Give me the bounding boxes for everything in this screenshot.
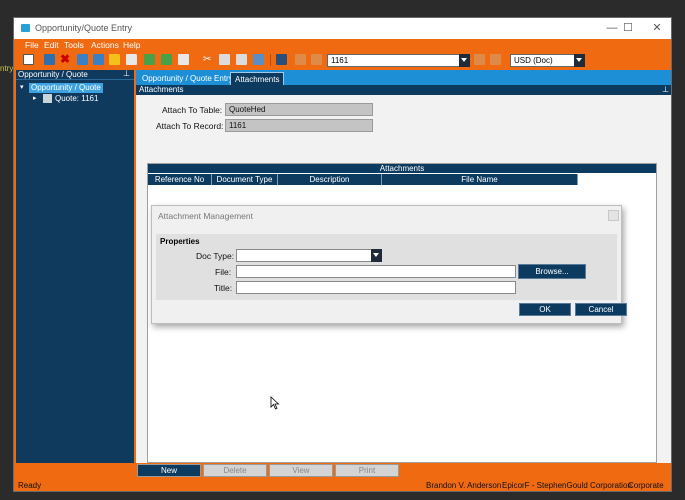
brush-icon[interactable] — [126, 54, 137, 65]
new-icon[interactable] — [23, 54, 34, 65]
refresh-icon[interactable] — [77, 54, 88, 65]
status-bar: Ready Brandon V. Anderson EpicorF - Step… — [14, 479, 671, 492]
attach-to-table-label: Attach To Table: — [162, 105, 223, 115]
column-header-document-type[interactable]: Document Type — [212, 174, 278, 185]
pin-icon[interactable]: ⊥ — [662, 85, 669, 95]
tree-panel: Opportunity / Quote ⊥ ▾ Opportunity / Qu… — [16, 69, 134, 463]
tab-opportunity-quote-entry[interactable]: Opportunity / Quote Entry — [138, 72, 237, 85]
close-icon[interactable] — [608, 210, 619, 221]
column-header-description[interactable]: Description — [278, 174, 382, 185]
section-header-label: Attachments — [139, 85, 184, 94]
undo-icon[interactable] — [161, 54, 172, 65]
print-icon[interactable] — [93, 54, 104, 65]
menu-help[interactable]: Help — [123, 40, 140, 50]
title-bar[interactable]: Opportunity/Quote Entry — ☐ ✕ — [14, 18, 671, 39]
file-label: File: — [215, 267, 232, 277]
status-site: Corporate — [628, 481, 664, 490]
delete-icon[interactable]: ✖ — [60, 53, 71, 65]
close-icon[interactable]: ✕ — [646, 21, 668, 35]
tab-bar: Opportunity / Quote Entry Attachments — [136, 70, 671, 85]
cancel-button[interactable]: Cancel — [575, 303, 627, 316]
maximize-icon[interactable]: ☐ — [617, 21, 639, 35]
status-company: EpicorF - StephenGould Corporation — [502, 481, 632, 490]
status-user: Brandon V. Anderson — [426, 481, 502, 490]
last-record-icon[interactable] — [490, 54, 501, 65]
folder-icon[interactable] — [178, 54, 189, 65]
open-icon[interactable] — [109, 54, 120, 65]
paste-icon[interactable] — [236, 54, 247, 65]
menu-tools[interactable]: Tools — [64, 40, 84, 50]
copy-icon[interactable] — [219, 54, 230, 65]
ok-button[interactable]: OK — [519, 303, 571, 316]
dialog-title: Attachment Management — [158, 211, 253, 221]
binoculars-icon[interactable] — [276, 54, 287, 65]
view-button[interactable]: View — [269, 464, 333, 477]
next-record-icon[interactable] — [474, 54, 485, 65]
background-window-text: ntry — [0, 64, 14, 73]
title-input[interactable] — [236, 281, 516, 294]
mouse-cursor-icon — [270, 396, 280, 410]
save-icon[interactable] — [44, 54, 55, 65]
column-header-reference-no[interactable]: Reference No — [148, 174, 212, 185]
tree-header-label: Opportunity / Quote — [18, 70, 88, 79]
doc-type-select[interactable] — [236, 249, 382, 262]
first-record-icon[interactable] — [295, 54, 306, 65]
status-text: Ready — [18, 481, 42, 490]
tree-node-opportunity[interactable]: Opportunity / Quote — [29, 83, 103, 93]
tree-node-quote[interactable]: Quote: 1161 — [55, 94, 98, 103]
link-icon[interactable] — [253, 54, 264, 65]
pin-icon[interactable]: ⊥ — [123, 69, 130, 78]
attachment-management-dialog: Attachment Management Properties Doc Typ… — [151, 205, 627, 324]
properties-label: Properties — [160, 237, 200, 246]
menu-actions[interactable]: Actions — [91, 40, 119, 50]
delete-button[interactable]: Delete — [203, 464, 267, 477]
record-number-input[interactable]: 1161 — [327, 54, 469, 67]
app-icon — [21, 24, 30, 32]
print-button[interactable]: Print — [335, 464, 399, 477]
cut-icon[interactable]: ✂ — [203, 54, 214, 65]
menu-file[interactable]: File — [25, 40, 39, 50]
window-title: Opportunity/Quote Entry — [35, 23, 133, 33]
column-header-file-name[interactable]: File Name — [382, 174, 578, 185]
collapse-icon[interactable]: ▾ — [20, 83, 24, 91]
check-icon[interactable] — [144, 54, 155, 65]
toolbar-separator — [270, 54, 271, 66]
record-dropdown-arrow-icon[interactable] — [459, 54, 470, 67]
menu-bar: File Edit Tools Actions Help — [14, 39, 671, 52]
tree-header: Opportunity / Quote ⊥ — [16, 69, 134, 80]
file-path-input[interactable] — [236, 265, 516, 278]
title-label: Title: — [214, 283, 233, 293]
doc-type-dropdown-arrow-icon[interactable] — [371, 249, 382, 262]
previous-record-icon[interactable] — [311, 54, 322, 65]
action-bar: New Delete View Print — [14, 463, 671, 478]
expand-icon[interactable]: ▸ — [33, 94, 37, 102]
doc-type-label: Doc Type: — [196, 251, 235, 261]
new-button[interactable]: New — [137, 464, 201, 477]
browse-button[interactable]: Browse... — [518, 264, 586, 279]
currency-select[interactable]: USD (Doc) — [510, 54, 584, 67]
attach-to-table-field: QuoteHed — [225, 103, 373, 116]
currency-dropdown-arrow-icon[interactable] — [574, 54, 585, 67]
tab-attachments[interactable]: Attachments — [230, 72, 285, 85]
menu-edit[interactable]: Edit — [44, 40, 59, 50]
section-header: Attachments ⊥ — [136, 85, 671, 95]
grid-title: Attachments — [148, 164, 656, 173]
properties-group: Properties Doc Type: File: Browse... Tit… — [156, 234, 617, 300]
document-icon — [43, 94, 52, 103]
attach-to-record-label: Attach To Record: — [156, 121, 224, 131]
attach-to-record-field: 1161 — [225, 119, 373, 132]
